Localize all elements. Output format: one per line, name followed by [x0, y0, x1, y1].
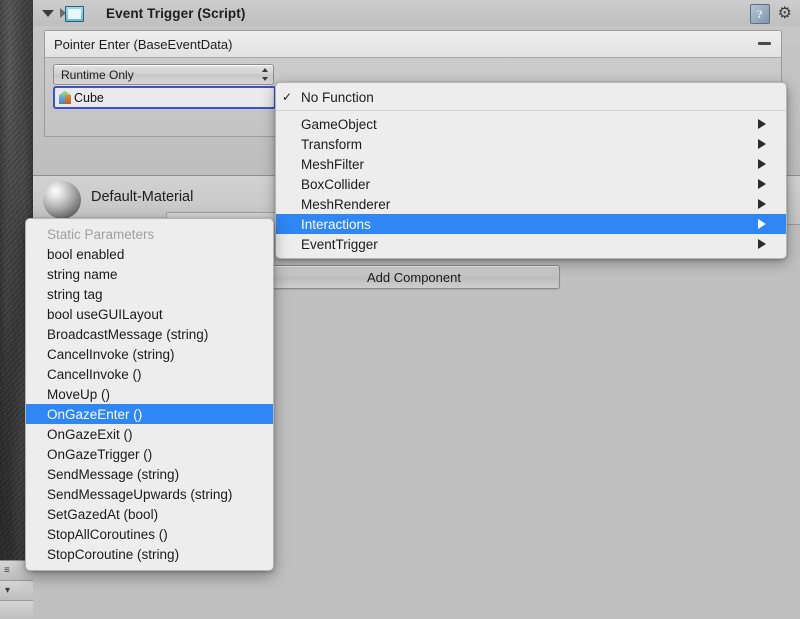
submenu-item-bool-usegui layout[interactable]: bool useGUILayout: [26, 304, 273, 324]
component-header[interactable]: Event Trigger (Script) ⚙: [33, 0, 800, 26]
submenu-header-static-parameters: Static Parameters: [47, 226, 155, 242]
submenu-item-string-name[interactable]: string name: [26, 264, 273, 284]
object-reference-value: Cube: [74, 90, 104, 105]
updown-arrows-icon: [261, 68, 268, 81]
submenu-arrow-icon: [758, 119, 766, 129]
submenu-item-setgazedat[interactable]: SetGazedAt (bool): [26, 504, 273, 524]
submenu-arrow-icon: [758, 199, 766, 209]
menu-item-label: EventTrigger: [301, 236, 378, 252]
triangle-down-icon[interactable]: [42, 9, 54, 17]
menu-separator: [276, 110, 786, 111]
menu-item-meshrenderer[interactable]: MeshRenderer: [276, 194, 786, 214]
event-title-bar[interactable]: Pointer Enter (BaseEventData): [45, 31, 781, 58]
menu-item-label: Interactions: [301, 216, 371, 232]
menu-item-meshfilter[interactable]: MeshFilter: [276, 154, 786, 174]
submenu-item-ongazetrigger[interactable]: OnGazeTrigger (): [26, 444, 273, 464]
header-icon-group: ⚙: [749, 4, 792, 24]
material-sphere-icon: [43, 181, 81, 219]
submenu-item-sendmessageupwards[interactable]: SendMessageUpwards (string): [26, 484, 273, 504]
submenu-arrow-icon: [758, 239, 766, 249]
menu-item-label: MeshRenderer: [301, 196, 391, 212]
submenu-item-string-tag[interactable]: string tag: [26, 284, 273, 304]
chevron-down-icon[interactable]: ▾: [5, 586, 10, 596]
submenu-item-broadcastmessage[interactable]: BroadcastMessage (string): [26, 324, 273, 344]
menu-item-label: No Function: [301, 89, 374, 105]
menu-item-gameobject[interactable]: GameObject: [276, 114, 786, 134]
menu-item-interactions[interactable]: Interactions: [276, 214, 786, 234]
menu-item-label: BoxCollider: [301, 176, 371, 192]
menu-item-label: GameObject: [301, 116, 377, 132]
checkmark-icon: ✓: [281, 90, 293, 104]
submenu-item-cancelinvoke-string[interactable]: CancelInvoke (string): [26, 344, 273, 364]
submenu-item-sendmessage[interactable]: SendMessage (string): [26, 464, 273, 484]
submenu-item-ongazeexit[interactable]: OnGazeExit (): [26, 424, 273, 444]
help-book-icon[interactable]: [749, 4, 770, 24]
submenu-item-cancelinvoke[interactable]: CancelInvoke (): [26, 364, 273, 384]
menu-item-eventtrigger[interactable]: EventTrigger: [276, 234, 786, 254]
submenu-item-bool-enabled[interactable]: bool enabled: [26, 244, 273, 264]
object-reference-field[interactable]: Cube: [53, 86, 299, 109]
event-callback-row: Runtime Only: [53, 64, 274, 85]
event-title: Pointer Enter (BaseEventData): [54, 36, 233, 52]
submenu-item-stopallcoroutines[interactable]: StopAllCoroutines (): [26, 524, 273, 544]
cube-icon: [58, 90, 72, 105]
gear-icon[interactable]: ⚙: [778, 6, 792, 22]
material-name: Default-Material: [91, 189, 194, 205]
function-dropdown-menu[interactable]: No Function ✓ No Function GameObject Tra…: [275, 82, 787, 259]
submenu-arrow-icon: [758, 219, 766, 229]
menu-item-no-function[interactable]: ✓ No Function: [276, 87, 786, 107]
hamburger-icon[interactable]: ≡: [4, 566, 10, 576]
submenu-arrow-icon: [758, 159, 766, 169]
menu-item-transform[interactable]: Transform: [276, 134, 786, 154]
minus-icon[interactable]: [758, 42, 771, 45]
scene-toolbar-row-3[interactable]: [0, 601, 33, 619]
submenu-item-stopcoroutine[interactable]: StopCoroutine (string): [26, 544, 273, 564]
submenu-item-moveup[interactable]: MoveUp (): [26, 384, 273, 404]
submenu-item-ongazeenter[interactable]: OnGazeEnter (): [26, 404, 273, 424]
menu-item-boxcollider[interactable]: BoxCollider: [276, 174, 786, 194]
interactions-submenu[interactable]: Static Parameters bool enabled string na…: [25, 218, 274, 571]
submenu-arrow-icon: [758, 179, 766, 189]
menu-item-label: Transform: [301, 136, 363, 152]
runtime-mode-dropdown[interactable]: Runtime Only: [53, 64, 274, 85]
add-component-button[interactable]: Add Component: [268, 265, 560, 289]
submenu-arrow-icon: [758, 139, 766, 149]
runtime-mode-value: Runtime Only: [61, 67, 134, 82]
menu-item-label: MeshFilter: [301, 156, 365, 172]
scene-toolbar-row-2[interactable]: ▾: [0, 581, 33, 601]
script-icon: [60, 5, 84, 22]
page-title: Event Trigger (Script): [106, 5, 246, 21]
